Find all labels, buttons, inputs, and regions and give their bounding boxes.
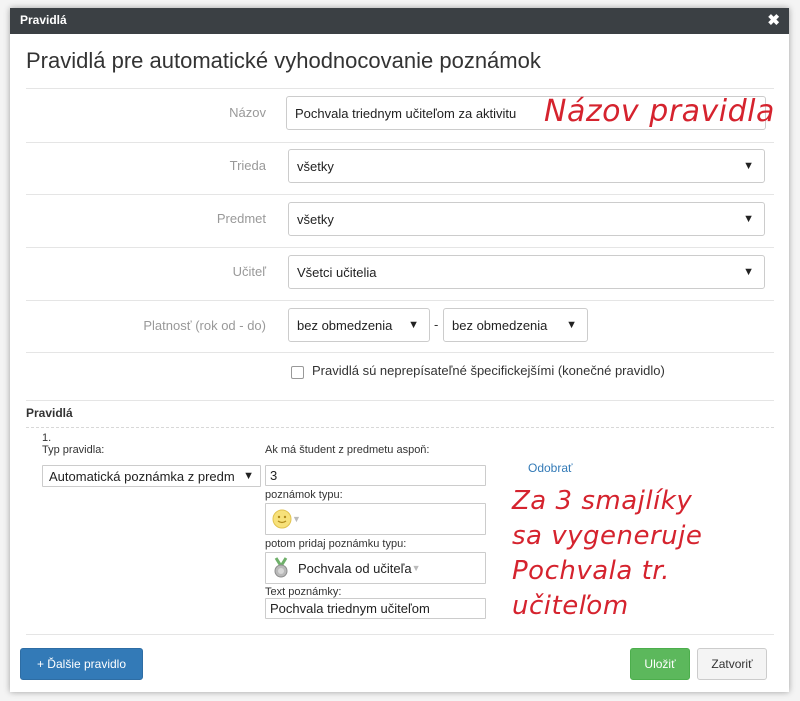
- caret-down-icon: ▼: [292, 514, 301, 524]
- dialog-titlebar: Pravidlá ✖: [10, 8, 789, 34]
- subject-select-value: všetky: [297, 211, 334, 227]
- annotation-name: Názov pravidla: [544, 94, 775, 129]
- divider: [26, 352, 774, 353]
- final-rule-label: Pravidlá sú neprepísateľné špecifickejší…: [312, 363, 665, 378]
- dashed-divider: [26, 427, 774, 428]
- text-label: Text poznámky:: [265, 586, 342, 598]
- validity-separator: -: [434, 317, 439, 332]
- subject-select[interactable]: všetky ▼: [288, 202, 765, 236]
- teacher-select[interactable]: Všetci učitelia ▼: [288, 255, 765, 289]
- rule-number: 1.: [42, 432, 52, 444]
- note-type-select[interactable]: ▼: [265, 503, 486, 535]
- annotation-line: Pochvala tr. učiteľom: [512, 556, 670, 621]
- remove-rule-link[interactable]: Odobrať: [528, 461, 573, 475]
- validity-to-value: bez obmedzenia: [452, 317, 548, 333]
- add-rule-button[interactable]: + Ďalšie pravidlo: [20, 648, 143, 680]
- note-type-label: poznámok typu:: [265, 489, 343, 501]
- subject-label: Predmet: [216, 211, 266, 226]
- rules-dialog: Pravidlá ✖ Pravidlá pre automatické vyho…: [10, 8, 789, 692]
- rule-type-select[interactable]: Automatická poznámka z predm ▼: [42, 465, 261, 487]
- then-label: potom pridaj poznámku typu:: [265, 538, 407, 550]
- divider: [26, 634, 774, 635]
- caret-down-icon: ▼: [743, 213, 754, 225]
- then-select[interactable]: Pochvala od učiteľa ▼: [265, 552, 486, 584]
- smiley-icon: [272, 509, 292, 529]
- teacher-label: Učiteľ: [232, 264, 266, 279]
- divider: [26, 194, 774, 195]
- validity-label: Platnosť (rok od - do): [143, 318, 266, 333]
- caret-down-icon: ▼: [243, 470, 254, 482]
- divider: [26, 400, 774, 401]
- rule-type-value: Automatická poznámka z predm: [49, 468, 235, 484]
- page-title: Pravidlá pre automatické vyhodnocovanie …: [26, 48, 541, 73]
- count-input-value: 3: [270, 468, 278, 483]
- save-button[interactable]: Uložiť: [630, 648, 690, 680]
- text-input-value: Pochvala triednym učiteľom: [270, 601, 430, 616]
- dialog-title: Pravidlá: [20, 13, 67, 27]
- validity-from-select[interactable]: bez obmedzenia ▼: [288, 308, 430, 342]
- annotation-line: Za 3 smajlíky: [512, 486, 693, 516]
- count-input[interactable]: 3: [265, 465, 486, 486]
- class-select-value: všetky: [297, 158, 334, 174]
- caret-down-icon: ▼: [411, 563, 421, 573]
- divider: [26, 88, 774, 89]
- teacher-select-value: Všetci učitelia: [297, 264, 377, 280]
- close-button[interactable]: Zatvoriť: [697, 648, 767, 680]
- validity-from-value: bez obmedzenia: [297, 317, 393, 333]
- caret-down-icon: ▼: [743, 266, 754, 278]
- final-rule-checkbox[interactable]: [291, 366, 304, 379]
- medal-icon: [274, 557, 288, 578]
- count-label: Ak má študent z predmetu aspoň:: [265, 444, 430, 456]
- caret-down-icon: ▼: [743, 160, 754, 172]
- divider: [26, 142, 774, 143]
- class-select[interactable]: všetky ▼: [288, 149, 765, 183]
- close-icon[interactable]: ✖: [767, 11, 780, 29]
- validity-to-select[interactable]: bez obmedzenia ▼: [443, 308, 588, 342]
- caret-down-icon: ▼: [566, 319, 577, 331]
- annotation-line: sa vygeneruje: [512, 521, 703, 551]
- rule-type-label: Typ pravidla:: [42, 444, 105, 456]
- divider: [26, 300, 774, 301]
- name-label: Názov: [229, 105, 266, 120]
- annotation-rule: Za 3 smajlíky sa vygeneruje Pochvala tr.…: [512, 484, 789, 624]
- rules-section-title: Pravidlá: [26, 406, 73, 420]
- then-select-value: Pochvala od učiteľa: [298, 560, 412, 576]
- name-input-value: Pochvala triednym učiteľom za aktivitu: [295, 105, 517, 121]
- divider: [26, 247, 774, 248]
- text-input[interactable]: Pochvala triednym učiteľom: [265, 598, 486, 619]
- caret-down-icon: ▼: [408, 319, 419, 331]
- class-label: Trieda: [229, 158, 266, 173]
